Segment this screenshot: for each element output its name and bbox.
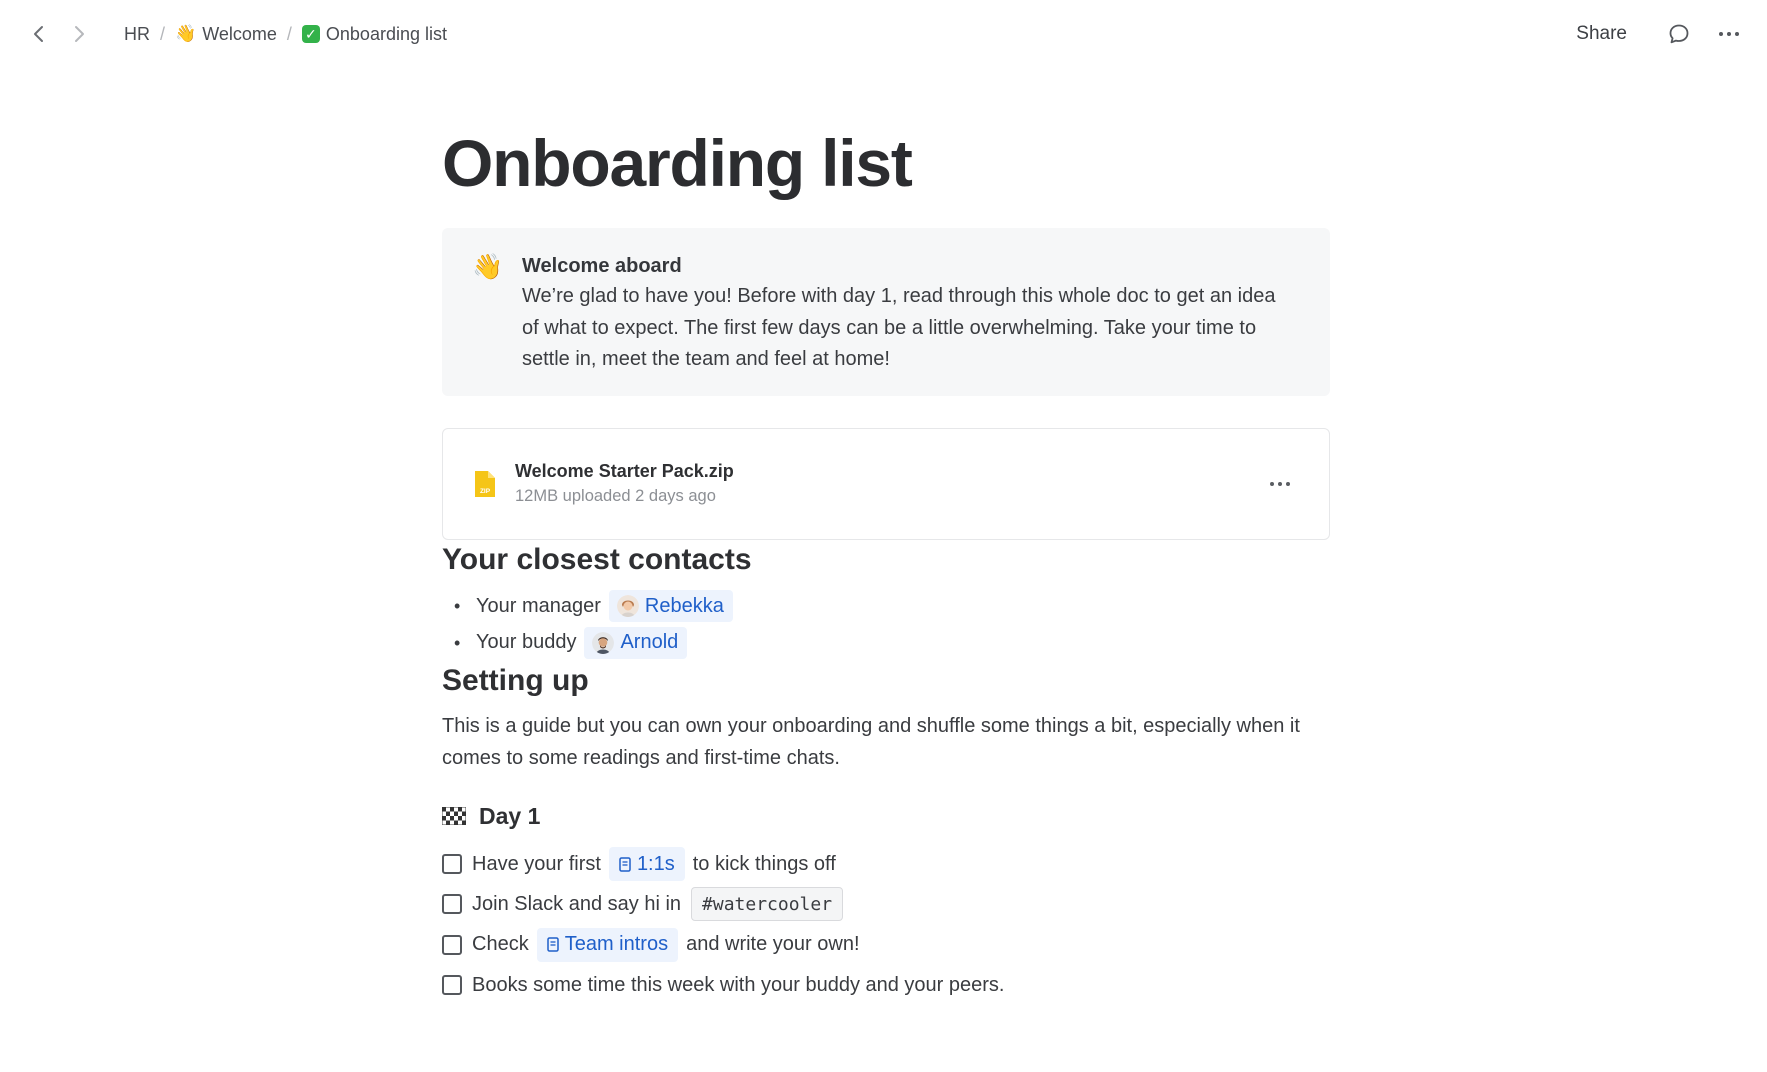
zip-file-icon: ZIP xyxy=(475,471,495,497)
doc-link-label: 1:1s xyxy=(636,852,675,875)
comment-icon xyxy=(1669,24,1689,44)
bullet-icon: • xyxy=(454,632,461,653)
breadcrumb-label: Welcome xyxy=(202,23,277,44)
more-icon xyxy=(1719,32,1739,36)
setup-heading: Setting up xyxy=(442,664,589,697)
file-meta: Welcome Starter Pack.zip 12MB uploaded 2… xyxy=(515,459,1265,509)
task-text: Have your first xyxy=(472,852,601,875)
share-button[interactable]: Share xyxy=(1576,23,1627,45)
callout-body: Welcome aboard We’re glad to have you! B… xyxy=(522,252,1286,374)
task-text: Join Slack and say hi in xyxy=(472,892,682,915)
waving-hand-icon: 👋 xyxy=(175,24,197,43)
comment-button[interactable] xyxy=(1663,18,1695,50)
zip-icon-label: ZIP xyxy=(480,488,491,495)
task-text: Check xyxy=(472,933,529,956)
breadcrumb-label: Onboarding list xyxy=(325,23,447,44)
doc-link-team-intros[interactable]: Team intros xyxy=(536,927,679,962)
task-checkbox[interactable] xyxy=(442,975,462,996)
file-attachment[interactable]: ZIP Welcome Starter Pack.zip 12MB upload… xyxy=(442,428,1330,540)
task-text: and write your own! xyxy=(686,933,860,956)
top-bar: HR / 👋 Welcome / ✓ Onboarding list Share xyxy=(0,0,1767,68)
day-1-heading: Day 1 xyxy=(442,800,1330,832)
contact-role: Your manager xyxy=(476,594,601,617)
mention-name: Arnold xyxy=(620,631,679,654)
document-icon xyxy=(546,937,559,952)
breadcrumb-separator: / xyxy=(286,23,292,44)
contacts-heading: Your closest contacts xyxy=(442,543,752,576)
list-item: • Your manager Rebekka xyxy=(442,588,1330,625)
task-item: Have your first 1:1s to kick things off xyxy=(442,844,1330,884)
file-more-button[interactable] xyxy=(1265,469,1295,499)
mention-rebekka[interactable]: Rebekka xyxy=(608,590,733,623)
contacts-list: • Your manager Rebekka • Your buddy Arno… xyxy=(442,588,1330,661)
task-text: to kick things off xyxy=(692,852,836,875)
breadcrumb-item-hr[interactable]: HR xyxy=(124,24,150,45)
mention-arnold[interactable]: Arnold xyxy=(584,626,688,659)
task-checkbox[interactable] xyxy=(442,854,462,875)
avatar xyxy=(616,595,639,618)
day-1-task-list: Have your first 1:1s to kick things off … xyxy=(442,844,1330,1005)
back-button[interactable] xyxy=(20,15,58,53)
breadcrumb-separator: / xyxy=(160,23,166,44)
top-bar-left: HR / 👋 Welcome / ✓ Onboarding list xyxy=(20,15,447,53)
task-item: Books some time this week with your budd… xyxy=(442,965,1330,1005)
breadcrumb-item-welcome[interactable]: 👋 Welcome xyxy=(175,24,277,45)
waving-hand-icon: 👋 xyxy=(472,253,504,281)
callout-text: We’re glad to have you! Before with day … xyxy=(522,285,1276,370)
breadcrumb: HR / 👋 Welcome / ✓ Onboarding list xyxy=(124,24,447,45)
contact-role: Your buddy xyxy=(476,631,577,654)
more-icon xyxy=(1270,482,1290,486)
welcome-callout: 👋 Welcome aboard We’re glad to have you!… xyxy=(442,228,1330,396)
list-item: • Your buddy Arnold xyxy=(442,625,1330,662)
forward-button[interactable] xyxy=(60,15,98,53)
avatar xyxy=(592,631,615,654)
back-icon xyxy=(34,26,43,42)
task-item: Join Slack and say hi in #watercooler xyxy=(442,884,1330,924)
doc-link-1-1s[interactable]: 1:1s xyxy=(608,847,685,882)
setup-intro: This is a guide but you can own your onb… xyxy=(442,715,1300,769)
breadcrumb-label: HR xyxy=(124,23,150,44)
forward-icon xyxy=(75,26,84,42)
channel-code-chip: #watercooler xyxy=(691,887,844,922)
document: Onboarding list 👋 Welcome aboard We’re g… xyxy=(442,118,1330,1005)
callout-title: Welcome aboard xyxy=(522,255,682,277)
bullet-icon: • xyxy=(454,596,461,617)
task-checkbox[interactable] xyxy=(442,934,462,955)
file-name[interactable]: Welcome Starter Pack.zip xyxy=(515,459,1265,483)
task-checkbox[interactable] xyxy=(442,894,462,915)
checkered-flag-icon xyxy=(442,807,466,825)
mention-name: Rebekka xyxy=(644,594,724,617)
doc-link-label: Team intros xyxy=(564,933,669,956)
more-options-button[interactable] xyxy=(1713,18,1745,50)
page-title[interactable]: Onboarding list xyxy=(442,118,1330,228)
file-details: 12MB uploaded 2 days ago xyxy=(515,487,716,505)
check-mark-icon: ✓ xyxy=(301,25,320,43)
day-heading-label: Day 1 xyxy=(479,802,541,829)
document-icon xyxy=(619,856,631,872)
task-item: Check Team intros and write your own! xyxy=(442,925,1330,965)
top-bar-right: Share xyxy=(1576,18,1745,50)
task-text: Books some time this week with your budd… xyxy=(472,973,1005,996)
breadcrumb-item-onboarding-list[interactable]: ✓ Onboarding list xyxy=(301,23,447,45)
